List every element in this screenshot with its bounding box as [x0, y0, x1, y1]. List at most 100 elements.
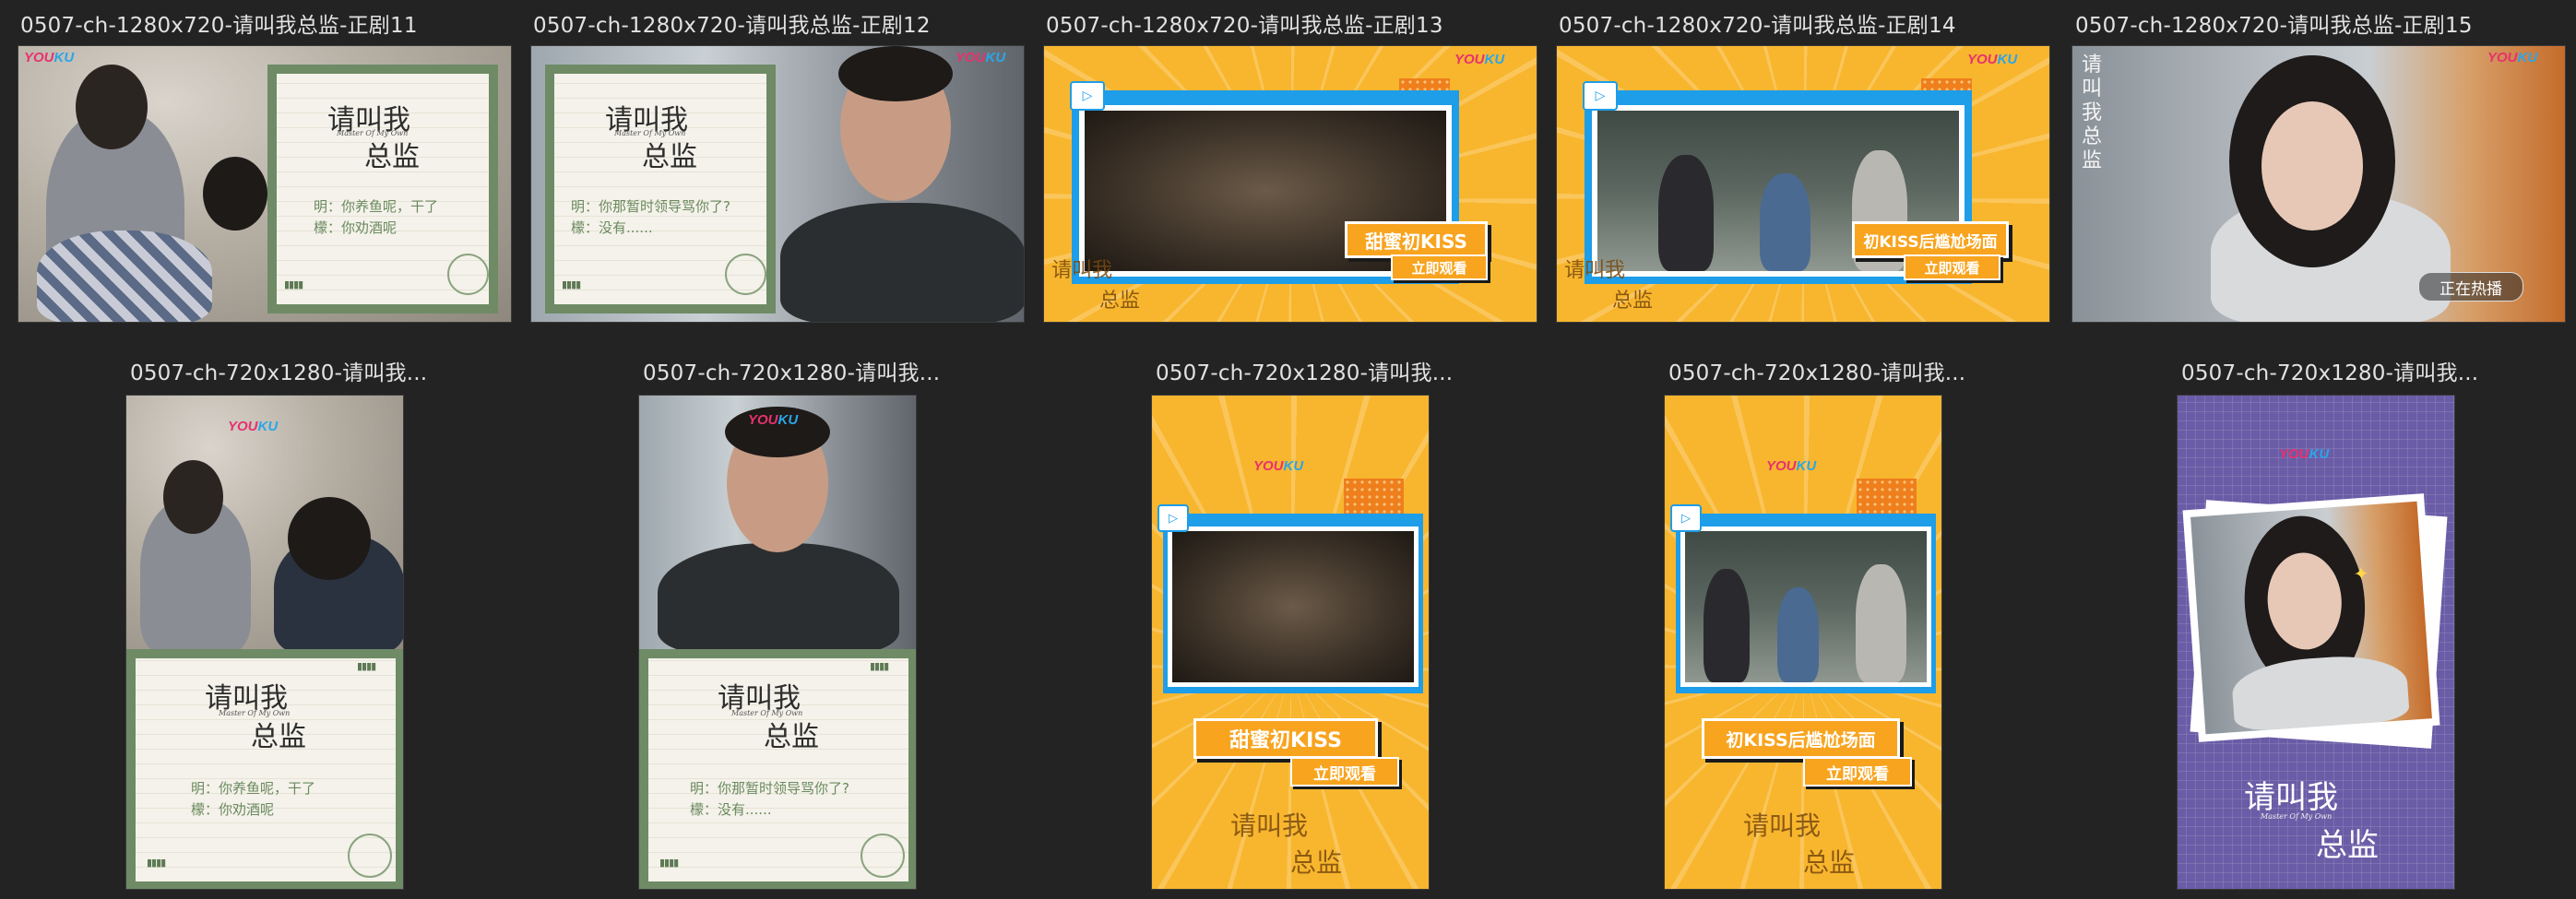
poster-title-line1: 请叫我 [1743, 810, 1822, 841]
thumbnail-image[interactable]: YOUKU 请叫我 总监 Master Of My Own 明：你那暂时领导骂你… [530, 45, 1025, 323]
thumbnail-caption: 0507-ch-1280x720-请叫我总监-正剧15 [2075, 14, 2473, 38]
youku-logo: YOUKU [24, 50, 74, 65]
thumbnail-item[interactable]: 0507-ch-720x1280-请叫我... YOUKU ✦ 请叫我 Mast… [2162, 346, 2479, 899]
figure-shape [1777, 587, 1819, 682]
youku-logo: YOUKU [1766, 458, 1816, 474]
figure-shape [1658, 155, 1714, 271]
head-shape [163, 460, 223, 534]
thumbnail-caption: 0507-ch-1280x720-请叫我总监-正剧11 [20, 14, 418, 38]
sparkle-icon: ✦ [2352, 562, 2370, 586]
brand-you: YOU [1454, 52, 1485, 67]
decor-dots: ▮▮▮▮ [870, 660, 889, 672]
poster-subtitle: Master Of My Own [731, 709, 803, 717]
poster-title-line2: 总监 [2316, 827, 2379, 864]
thumbnail-item[interactable]: 0507-ch-720x1280-请叫我... YOUKU ▷ 甜蜜初KISS … [1136, 346, 1454, 899]
poster-title-line1: 请叫我 [2244, 779, 2338, 816]
now-playing-badge: 正在热播 [2418, 272, 2523, 302]
green-card: 请叫我 总监 Master Of My Own 明：你养鱼呢，干了 檬：你劝酒呢… [267, 65, 498, 313]
thumbnail-item[interactable]: 0507-ch-1280x720-请叫我总监-正剧12 YOUKU 请叫我 总监… [513, 0, 1029, 332]
brand-you: YOU [24, 50, 54, 65]
play-icon: ▷ [1070, 81, 1105, 111]
thumbnail-item[interactable]: 0507-ch-1280x720-请叫我总监-正剧14 YOUKU ▷ 初KIS… [1538, 0, 2055, 332]
thumbnail-item[interactable]: 0507-ch-720x1280-请叫我... YOUKU ▷ 初KISS后尴尬… [1649, 346, 1966, 899]
dialog-line: 明：你养鱼呢，干了 [191, 780, 316, 797]
thumbnail-item[interactable]: 0507-ch-720x1280-请叫我... YOUKU 请叫我 总监 Mas… [623, 346, 940, 899]
watch-now-button: 立即观看 [1391, 254, 1488, 280]
brand-ku: KU [2517, 50, 2538, 65]
poster-title-line2: 总监 [764, 721, 819, 753]
figure-shape [1760, 173, 1810, 271]
decor-dots: ▮▮▮▮ [284, 278, 303, 290]
youku-logo: YOUKU [2487, 50, 2537, 65]
stamp-icon [725, 254, 766, 295]
youku-logo: YOUKU [1967, 52, 2017, 67]
thumbnail-image[interactable]: YOUKU ▷ 甜蜜初KISS 立即观看 请叫我 总监 [1151, 395, 1430, 890]
thumbnail-caption: 0507-ch-1280x720-请叫我总监-正剧12 [533, 14, 931, 38]
stamp-icon [348, 834, 392, 878]
brand-ku: KU [1484, 52, 1505, 67]
dialog-line: 明：你那暂时领导骂你了? [690, 780, 849, 797]
poster-title-line2: 总监 [642, 141, 697, 173]
youku-logo: YOUKU [1253, 458, 1303, 474]
title-badge: 甜蜜初KISS [1193, 718, 1378, 759]
brand-ku: KU [53, 50, 75, 65]
youku-logo: YOUKU [956, 50, 1005, 65]
dialog-line: 檬：你劝酒呢 [191, 801, 275, 818]
brand-you: YOU [2279, 446, 2309, 462]
thumbnail-caption: 0507-ch-720x1280-请叫我... [1156, 361, 1454, 385]
poster-title-line1: 请叫我 [1230, 810, 1309, 841]
poster-title-line2: 总监 [1803, 847, 1856, 878]
poster-title-line2: 总监 [364, 141, 420, 173]
poster-title-line1: 请叫我 [1564, 259, 1626, 282]
poster-title-line2: 总监 [1612, 290, 1654, 313]
poster-subtitle: Master Of My Own [219, 709, 291, 717]
dialog-line: 檬：没有...... [571, 219, 653, 236]
play-icon: ▷ [1583, 81, 1618, 111]
thumbnail-caption: 0507-ch-720x1280-请叫我... [1668, 361, 1966, 385]
youku-logo: YOUKU [228, 419, 278, 434]
youku-logo: YOUKU [2279, 446, 2329, 462]
brand-ku: KU [985, 50, 1006, 65]
thumbnail-caption: 0507-ch-720x1280-请叫我... [2181, 361, 2479, 385]
poster-subtitle: Master Of My Own [337, 129, 409, 137]
thumbnail-image[interactable]: YOUKU 请叫我 总监 Master Of My Own 明：你养鱼呢，干了 … [125, 395, 404, 890]
figure-shape [780, 203, 1024, 322]
thumbnail-image[interactable]: YOUKU 请叫我 总监 Master Of My Own 明：你那暂时领导骂你… [638, 395, 917, 890]
youku-logo: YOUKU [1454, 52, 1504, 67]
decor-dots: ▮▮▮▮ [562, 278, 581, 290]
head-shape [2261, 101, 2363, 231]
thumbnail-image[interactable]: YOUKU 请叫我总监 正在热播 [2071, 45, 2566, 323]
dialog-line: 檬：没有...... [690, 801, 772, 818]
thumbnail-item[interactable]: 0507-ch-720x1280-请叫我... YOUKU 请叫我 总监 Mas… [111, 346, 428, 899]
poster-title-line2: 总监 [1290, 847, 1343, 878]
thumbnail-item[interactable]: 0507-ch-1280x720-请叫我总监-正剧11 YOUKU 请叫我 总监… [0, 0, 516, 332]
scene-photo [1172, 531, 1414, 682]
poster-title-line2: 总监 [251, 721, 306, 753]
watch-now-button: 立即观看 [1803, 757, 1912, 787]
thumbnail-image[interactable]: YOUKU ▷ 甜蜜初KISS 立即观看 请叫我 总监 [1043, 45, 1537, 323]
thumbnail-item[interactable]: 0507-ch-1280x720-请叫我总监-正剧13 YOUKU ▷ 甜蜜初K… [1026, 0, 1542, 332]
title-badge: 甜蜜初KISS [1345, 221, 1488, 258]
head-shape [288, 497, 371, 580]
video-window [1163, 514, 1423, 693]
stamp-icon [447, 254, 489, 295]
brand-ku: KU [1997, 52, 2018, 67]
dialog-line: 檬：你劝酒呢 [314, 219, 398, 236]
thumbnail-image[interactable]: YOUKU ▷ 初KISS后尴尬场面 立即观看 请叫我 总监 [1556, 45, 2050, 323]
brand-ku: KU [1283, 458, 1304, 474]
decor-dots: ▮▮▮▮ [147, 857, 166, 869]
play-icon: ▷ [1670, 504, 1702, 532]
play-icon: ▷ [1157, 504, 1189, 532]
watch-now-button: 立即观看 [1904, 254, 2000, 280]
brand-you: YOU [2487, 50, 2518, 65]
thumbnail-image[interactable]: YOUKU ✦ 请叫我 Master Of My Own 总监 [2177, 395, 2455, 890]
figure-shape [1856, 564, 1906, 682]
thumbnail-caption: 0507-ch-720x1280-请叫我... [130, 361, 428, 385]
thumbnail-item[interactable]: 0507-ch-1280x720-请叫我总监-正剧15 YOUKU 请叫我总监 … [2051, 0, 2576, 332]
thumbnail-image[interactable]: YOUKU ▷ 初KISS后尴尬场面 立即观看 请叫我 总监 [1664, 395, 1942, 890]
title-badge: 初KISS后尴尬场面 [1702, 718, 1900, 759]
figure-shape [1703, 569, 1750, 682]
decor-dots: ▮▮▮▮ [659, 857, 679, 869]
thumbnail-image[interactable]: YOUKU 请叫我 总监 Master Of My Own 明：你养鱼呢，干了 … [18, 45, 512, 323]
green-card: 请叫我 总监 Master Of My Own 明：你那暂时领导骂你了? 檬：没… [545, 65, 776, 313]
